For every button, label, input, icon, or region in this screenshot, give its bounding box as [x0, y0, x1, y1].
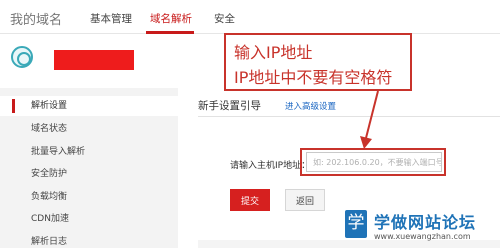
- sidebar-item-resolution-settings[interactable]: 解析设置: [0, 96, 178, 116]
- sidebar-item-load-balancing[interactable]: 负载均衡: [0, 187, 178, 207]
- tab-dns-resolution[interactable]: 域名解析: [150, 11, 192, 26]
- sidebar-item-security-protection[interactable]: 安全防护: [0, 164, 178, 184]
- back-button[interactable]: 返回: [285, 189, 325, 211]
- redacted-domain-name: [54, 50, 134, 70]
- ip-label: 请输入主机IP地址：: [230, 161, 311, 171]
- sidebar-item-resolution-log[interactable]: 解析日志: [0, 232, 178, 248]
- top-nav-bar: 我的域名 基本管理 域名解析 安全: [0, 0, 500, 34]
- sidebar-item-bulk-import[interactable]: 批量导入解析: [0, 142, 178, 162]
- annotation-line-2: IP地址中不要有空格符: [234, 68, 393, 87]
- watermark-url: www.xuewangzhan.com: [374, 232, 471, 241]
- bottom-panel: [198, 240, 500, 248]
- watermark-text: 学做网站论坛: [374, 213, 477, 232]
- guide-title: 新手设置引导: [198, 100, 261, 112]
- annotation-callout: 输入IP地址 IP地址中不要有空格符: [224, 33, 412, 91]
- sidebar-item-cdn[interactable]: CDN加速: [0, 209, 178, 229]
- watermark-logo-icon: 学: [345, 210, 367, 238]
- annotation-line-1: 输入IP地址: [234, 43, 313, 62]
- tab-security[interactable]: 安全: [214, 11, 235, 26]
- sidebar: 解析设置 域名状态 批量导入解析 安全防护 负载均衡 CDN加速 解析日志: [0, 88, 178, 248]
- sidebar-item-domain-status[interactable]: 域名状态: [0, 119, 178, 139]
- advanced-settings-link[interactable]: 进入高级设置: [285, 100, 336, 112]
- site-logo-icon: [11, 46, 33, 68]
- tab-basic-management[interactable]: 基本管理: [90, 11, 132, 26]
- divider: [198, 116, 500, 117]
- submit-button[interactable]: 提交: [230, 189, 270, 211]
- input-highlight-box: [300, 148, 446, 176]
- brand-title: 我的域名: [10, 13, 63, 28]
